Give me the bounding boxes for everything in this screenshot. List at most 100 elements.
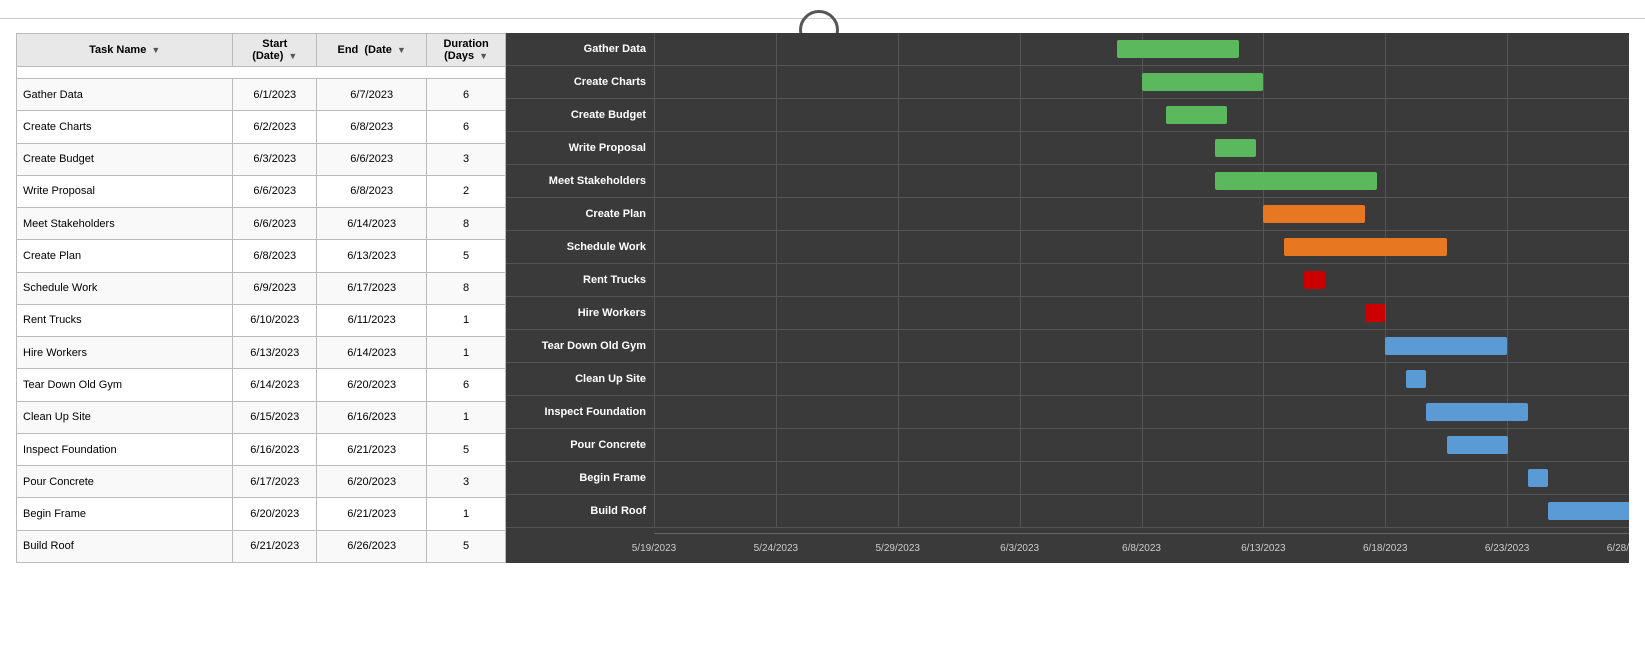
task-start: 6/1/2023 bbox=[233, 79, 317, 111]
task-end: 6/11/2023 bbox=[317, 304, 427, 336]
gantt-dates: 5/19/20235/24/20235/29/20236/3/20236/8/2… bbox=[654, 533, 1629, 563]
table-row: Rent Trucks 6/10/2023 6/11/2023 1 bbox=[17, 304, 506, 336]
task-start: 6/8/2023 bbox=[233, 240, 317, 272]
gantt-row bbox=[654, 495, 1629, 528]
task-end: 6/6/2023 bbox=[317, 143, 427, 175]
gantt-bar bbox=[1385, 337, 1507, 355]
gantt-label: Schedule Work bbox=[506, 231, 654, 264]
task-name: Gather Data bbox=[17, 79, 233, 111]
task-end: 6/14/2023 bbox=[317, 337, 427, 369]
table-row: Clean Up Site 6/15/2023 6/16/2023 1 bbox=[17, 401, 506, 433]
gantt-label: Tear Down Old Gym bbox=[506, 330, 654, 363]
task-name: Write Proposal bbox=[17, 175, 233, 207]
task-start: 6/16/2023 bbox=[233, 433, 317, 465]
task-duration: 5 bbox=[427, 433, 506, 465]
gantt-bar bbox=[1304, 271, 1324, 289]
table-row: Build Roof 6/21/2023 6/26/2023 5 bbox=[17, 530, 506, 562]
task-name: Inspect Foundation bbox=[17, 433, 233, 465]
task-start: 6/13/2023 bbox=[233, 337, 317, 369]
gantt-label: Create Plan bbox=[506, 198, 654, 231]
task-name: Tear Down Old Gym bbox=[17, 369, 233, 401]
task-name: Hire Workers bbox=[17, 337, 233, 369]
task-name: Begin Frame bbox=[17, 498, 233, 530]
gantt-label: Create Budget bbox=[506, 99, 654, 132]
gantt-bar bbox=[1447, 436, 1508, 454]
task-name: Clean Up Site bbox=[17, 401, 233, 433]
task-name: Rent Trucks bbox=[17, 304, 233, 336]
table-row: Begin Frame 6/20/2023 6/21/2023 1 bbox=[17, 498, 506, 530]
task-start: 6/15/2023 bbox=[233, 401, 317, 433]
task-start: 6/3/2023 bbox=[233, 143, 317, 175]
gantt-date-label: 6/3/2023 bbox=[1000, 543, 1039, 554]
task-end: 6/7/2023 bbox=[317, 79, 427, 111]
task-end: 6/20/2023 bbox=[317, 466, 427, 498]
gantt-bar bbox=[1528, 469, 1548, 487]
task-duration: 2 bbox=[427, 175, 506, 207]
gantt-bar bbox=[1406, 370, 1426, 388]
task-duration: 6 bbox=[427, 111, 506, 143]
gantt-date-label: 5/29/2023 bbox=[876, 543, 921, 554]
gantt-bar bbox=[1117, 40, 1239, 58]
gantt-label: Clean Up Site bbox=[506, 363, 654, 396]
task-start: 6/21/2023 bbox=[233, 530, 317, 562]
gantt-bar bbox=[1215, 139, 1256, 157]
table-row: Schedule Work 6/9/2023 6/17/2023 8 bbox=[17, 272, 506, 304]
gantt-row bbox=[654, 99, 1629, 132]
task-duration: 3 bbox=[427, 466, 506, 498]
gantt-bar bbox=[1215, 172, 1378, 190]
gantt-label: Gather Data bbox=[506, 33, 654, 66]
gantt-row bbox=[654, 165, 1629, 198]
task-end: 6/17/2023 bbox=[317, 272, 427, 304]
gantt-row bbox=[654, 132, 1629, 165]
gantt-bar bbox=[1263, 205, 1364, 223]
gantt-chart-area bbox=[654, 33, 1629, 533]
task-end: 6/16/2023 bbox=[317, 401, 427, 433]
task-end: 6/14/2023 bbox=[317, 208, 427, 240]
task-end: 6/8/2023 bbox=[317, 175, 427, 207]
task-start: 6/10/2023 bbox=[233, 304, 317, 336]
gantt-bar bbox=[1284, 238, 1447, 256]
gantt-label: Meet Stakeholders bbox=[506, 165, 654, 198]
task-start: 6/20/2023 bbox=[233, 498, 317, 530]
task-name: Schedule Work bbox=[17, 272, 233, 304]
table-row: Gather Data 6/1/2023 6/7/2023 6 bbox=[17, 79, 506, 111]
col-start[interactable]: Start(Date) ▼ bbox=[233, 34, 317, 67]
gantt-label: Pour Concrete bbox=[506, 429, 654, 462]
gantt-labels: Gather DataCreate ChartsCreate BudgetWri… bbox=[506, 33, 654, 563]
gantt-label: Rent Trucks bbox=[506, 264, 654, 297]
task-name: Meet Stakeholders bbox=[17, 208, 233, 240]
gantt-chart: Gather DataCreate ChartsCreate BudgetWri… bbox=[506, 33, 1629, 563]
task-duration: 1 bbox=[427, 304, 506, 336]
task-duration: 8 bbox=[427, 208, 506, 240]
task-duration: 1 bbox=[427, 401, 506, 433]
task-start: 6/14/2023 bbox=[233, 369, 317, 401]
col-end[interactable]: End (Date ▼ bbox=[317, 34, 427, 67]
task-name: Pour Concrete bbox=[17, 466, 233, 498]
col-task-name[interactable]: Task Name ▼ bbox=[17, 34, 233, 67]
task-end: 6/20/2023 bbox=[317, 369, 427, 401]
gantt-row bbox=[654, 330, 1629, 363]
task-duration: 1 bbox=[427, 498, 506, 530]
task-end: 6/21/2023 bbox=[317, 433, 427, 465]
task-start: 6/6/2023 bbox=[233, 208, 317, 240]
task-duration: 5 bbox=[427, 530, 506, 562]
gantt-row bbox=[654, 33, 1629, 66]
task-table: Task Name ▼ Start(Date) ▼ End (Date ▼ Du… bbox=[16, 33, 506, 563]
col-duration[interactable]: Duration(Days ▼ bbox=[427, 34, 506, 67]
task-duration: 6 bbox=[427, 369, 506, 401]
gantt-label: Inspect Foundation bbox=[506, 396, 654, 429]
task-start: 6/6/2023 bbox=[233, 175, 317, 207]
gantt-label: Hire Workers bbox=[506, 297, 654, 330]
gantt-row bbox=[654, 429, 1629, 462]
task-start: 6/2/2023 bbox=[233, 111, 317, 143]
gantt-bar bbox=[1142, 73, 1264, 91]
gantt-label: Begin Frame bbox=[506, 462, 654, 495]
task-end: 6/26/2023 bbox=[317, 530, 427, 562]
gantt-row bbox=[654, 66, 1629, 99]
gantt-row bbox=[654, 462, 1629, 495]
gantt-date-label: 6/28/2023 bbox=[1607, 543, 1629, 554]
gantt-row bbox=[654, 363, 1629, 396]
gantt-row bbox=[654, 297, 1629, 330]
task-end: 6/8/2023 bbox=[317, 111, 427, 143]
gantt-date-label: 6/8/2023 bbox=[1122, 543, 1161, 554]
